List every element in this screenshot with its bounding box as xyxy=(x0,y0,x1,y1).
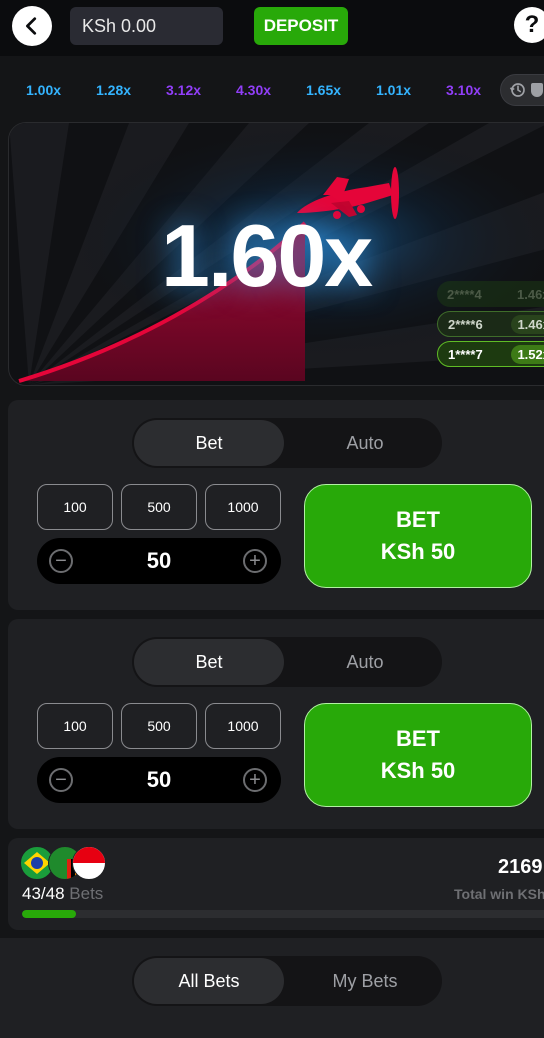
bets-count-label: Bets xyxy=(69,884,104,903)
bets-progress-bar xyxy=(22,910,544,918)
history-multiplier: 3.10x xyxy=(446,82,482,98)
bets-progress-fill xyxy=(22,910,76,918)
bet-button-amount: KSh 50 xyxy=(380,758,456,783)
total-win-label: Total win KSh xyxy=(454,886,544,902)
round-stats: 43/48 Bets 2169 Total win KSh xyxy=(8,838,544,930)
tab-my-bets[interactable]: My Bets xyxy=(290,958,440,1004)
bet-panel-1: Bet Auto 100 500 1000 50 − + BET KSh 50 xyxy=(8,400,544,610)
bets-list-tabs: All Bets My Bets xyxy=(132,956,442,1006)
quick-amount-chip[interactable]: 500 xyxy=(121,703,197,749)
winner-badge: 2****6 1.46x xyxy=(437,311,544,337)
total-win-value: 2169 xyxy=(498,856,543,878)
winner-multiplier: 1.52x xyxy=(511,344,544,364)
balance-display: KSh 0.00 xyxy=(70,7,223,45)
bet-mode-tabs: Bet Auto xyxy=(132,418,442,468)
minus-icon[interactable]: − xyxy=(49,549,73,573)
history-icon xyxy=(509,83,525,97)
bet-button[interactable]: BET KSh 50 xyxy=(304,703,532,807)
winner-badge: 2****4 1.46x xyxy=(437,281,544,307)
quick-amount-chip[interactable]: 100 xyxy=(37,484,113,530)
game-canvas: 1.60x 2****4 1.46x 2****6 1.46x 1****7 1… xyxy=(8,122,544,386)
plus-icon[interactable]: + xyxy=(243,549,267,573)
bet-mode-tabs: Bet Auto xyxy=(132,637,442,687)
winner-name: 2****4 xyxy=(447,286,482,302)
tab-auto[interactable]: Auto xyxy=(290,420,440,466)
history-multiplier: 1.00x xyxy=(26,82,62,98)
winner-name: 2****6 xyxy=(448,316,483,332)
top-bar: KSh 0.00 DEPOSIT ? xyxy=(0,0,544,56)
bet-panel-2: Bet Auto 100 500 1000 50 − + BET KSh 50 xyxy=(8,619,544,829)
back-button[interactable] xyxy=(12,6,52,46)
deposit-button[interactable]: DEPOSIT xyxy=(254,7,348,45)
bet-button-amount: KSh 50 xyxy=(380,539,456,564)
tab-auto[interactable]: Auto xyxy=(290,639,440,685)
plus-icon[interactable]: + xyxy=(243,768,267,792)
winner-name: 1****7 xyxy=(448,346,483,362)
tab-all-bets[interactable]: All Bets xyxy=(134,958,284,1004)
winner-multiplier: 1.46x xyxy=(511,314,544,334)
quick-amount-chip[interactable]: 500 xyxy=(121,484,197,530)
history-multiplier: 4.30x xyxy=(236,82,272,98)
quick-amount-chip[interactable]: 100 xyxy=(37,703,113,749)
bets-count: 43/48 Bets xyxy=(22,884,103,904)
winner-badge: 1****7 1.52x xyxy=(437,341,544,367)
quick-amount-chip[interactable]: 1000 xyxy=(205,703,281,749)
history-button[interactable] xyxy=(500,74,544,106)
quick-amount-chip[interactable]: 1000 xyxy=(205,484,281,530)
history-multiplier: 3.12x xyxy=(166,82,202,98)
minus-icon[interactable]: − xyxy=(49,768,73,792)
shield-icon xyxy=(531,83,543,97)
chevron-left-icon xyxy=(26,17,37,35)
current-multiplier: 1.60x xyxy=(161,206,373,305)
bet-button-label: BET xyxy=(396,507,440,532)
history-multiplier: 1.01x xyxy=(376,82,412,98)
bet-amount-stepper: 50 − + xyxy=(37,538,281,584)
multiplier-history: 1.00x 1.28x 3.12x 4.30x 1.65x 1.01x 3.10… xyxy=(0,56,544,120)
tab-bet[interactable]: Bet xyxy=(134,420,284,466)
history-multiplier: 1.65x xyxy=(306,82,342,98)
bets-list-panel: All Bets My Bets xyxy=(0,938,544,1038)
help-button[interactable]: ? xyxy=(514,7,544,43)
bet-button[interactable]: BET KSh 50 xyxy=(304,484,532,588)
bet-button-label: BET xyxy=(396,726,440,751)
tab-bet[interactable]: Bet xyxy=(134,639,284,685)
bet-amount-stepper: 50 − + xyxy=(37,757,281,803)
winner-multiplier: 1.46x xyxy=(517,286,544,302)
history-multiplier: 1.28x xyxy=(96,82,132,98)
indonesia-flag-icon xyxy=(72,846,106,880)
bets-count-value: 43/48 xyxy=(22,884,65,903)
